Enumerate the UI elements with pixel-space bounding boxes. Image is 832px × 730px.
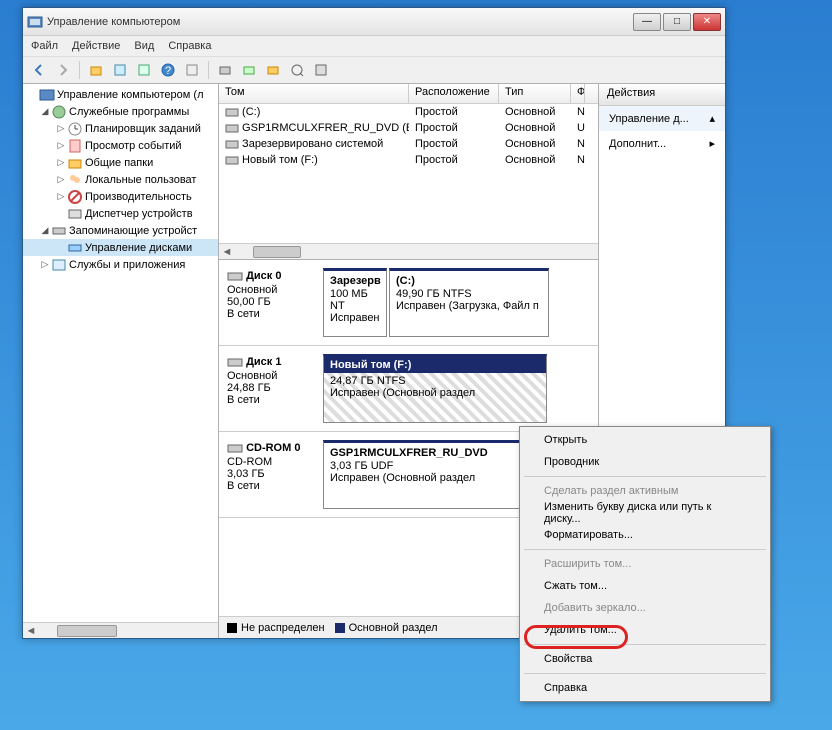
actions-header: Действия [599,84,725,106]
volume-columns[interactable]: Том Расположение Тип Ф [219,84,598,104]
volume-hscrollbar[interactable]: ◄ [219,243,598,259]
tree-services[interactable]: ▷Службы и приложения [23,256,218,273]
tree-devmgr[interactable]: Диспетчер устройств [23,205,218,222]
up-icon[interactable] [86,60,106,80]
menu-view[interactable]: Вид [134,40,154,52]
menubar: Файл Действие Вид Справка [23,36,725,56]
ctx-extend: Расширить том... [522,553,768,575]
app-icon [27,14,43,30]
collapse-icon: ▴ [709,112,715,125]
partition[interactable]: Новый том (F:)24,87 ГБ NTFSИсправен (Осн… [323,354,547,423]
maximize-button[interactable]: □ [663,13,691,31]
tree-hscrollbar[interactable]: ◄ [23,622,218,638]
tree-events[interactable]: ▷Просмотр событий [23,137,218,154]
svg-text:?: ? [165,65,171,77]
navigation-tree[interactable]: Управление компьютером (л ◢Служебные про… [23,84,219,638]
volume-row[interactable]: Новый том (F:)ПростойОсновнойN [219,152,598,168]
back-button[interactable] [29,60,49,80]
tree-storage[interactable]: ◢Запоминающие устройст [23,222,218,239]
help-icon[interactable]: ? [158,60,178,80]
ctx-active: Сделать раздел активным [522,480,768,502]
menu-file[interactable]: Файл [31,40,58,52]
refresh-icon[interactable] [134,60,154,80]
tree-system-tools[interactable]: ◢Служебные программы [23,103,218,120]
ctx-shrink[interactable]: Сжать том... [522,575,768,597]
col-type[interactable]: Тип [499,84,571,103]
chevron-right-icon: ▸ [709,137,715,150]
col-fs[interactable]: Ф [571,84,585,103]
partition[interactable]: (C:)49,90 ГБ NTFSИсправен (Загрузка, Фай… [389,268,549,337]
col-volume[interactable]: Том [219,84,409,103]
actions-diskmgmt[interactable]: Управление д...▴ [599,106,725,131]
ctx-mirror: Добавить зеркало... [522,597,768,619]
partition[interactable]: Зарезерв100 МБ NTИсправен [323,268,387,337]
window-title: Управление компьютером [47,16,633,28]
partition[interactable]: GSP1RMCULXFRER_RU_DVD3,03 ГБ UDFИсправен… [323,440,547,509]
disk-row: Диск 0Основной50,00 ГБВ сетиЗарезерв100 … [219,260,598,346]
tb-icon-2[interactable] [239,60,259,80]
volume-row[interactable]: GSP1RMCULXFRER_RU_DVD (E:)ПростойОсновно… [219,120,598,136]
menu-action[interactable]: Действие [72,40,120,52]
ctx-help[interactable]: Справка [522,677,768,699]
minimize-button[interactable]: — [633,13,661,31]
tree-performance[interactable]: ▷Производительность [23,188,218,205]
col-layout[interactable]: Расположение [409,84,499,103]
ctx-format[interactable]: Форматировать... [522,524,768,546]
tb-icon-4[interactable] [287,60,307,80]
close-button[interactable]: ✕ [693,13,721,31]
tree-scheduler[interactable]: ▷Планировщик заданий [23,120,218,137]
ctx-delete-volume[interactable]: Удалить том... [522,619,768,641]
volume-row[interactable]: (C:)ПростойОсновнойN [219,104,598,120]
context-menu: Открыть Проводник Сделать раздел активны… [519,426,771,702]
titlebar[interactable]: Управление компьютером — □ ✕ [23,8,725,36]
disk-row: Диск 1Основной24,88 ГБВ сетиНовый том (F… [219,346,598,432]
toolbar: ? [23,56,725,84]
menu-help[interactable]: Справка [168,40,211,52]
actions-more[interactable]: Дополнит...▸ [599,131,725,156]
view-icon[interactable] [182,60,202,80]
forward-button[interactable] [53,60,73,80]
tb-icon-3[interactable] [263,60,283,80]
ctx-properties[interactable]: Свойства [522,648,768,670]
volume-list[interactable]: Том Расположение Тип Ф (C:)ПростойОсновн… [219,84,598,260]
volume-row[interactable]: Зарезервировано системойПростойОсновнойN [219,136,598,152]
ctx-explorer[interactable]: Проводник [522,451,768,473]
props-icon[interactable] [110,60,130,80]
tree-diskmgmt[interactable]: Управление дисками [23,239,218,256]
tree-shared[interactable]: ▷Общие папки [23,154,218,171]
tree-users[interactable]: ▷Локальные пользоват [23,171,218,188]
ctx-open[interactable]: Открыть [522,429,768,451]
ctx-change-letter[interactable]: Изменить букву диска или путь к диску... [522,502,768,524]
tb-icon-5[interactable] [311,60,331,80]
tree-root[interactable]: Управление компьютером (л [23,86,218,103]
tb-icon-1[interactable] [215,60,235,80]
